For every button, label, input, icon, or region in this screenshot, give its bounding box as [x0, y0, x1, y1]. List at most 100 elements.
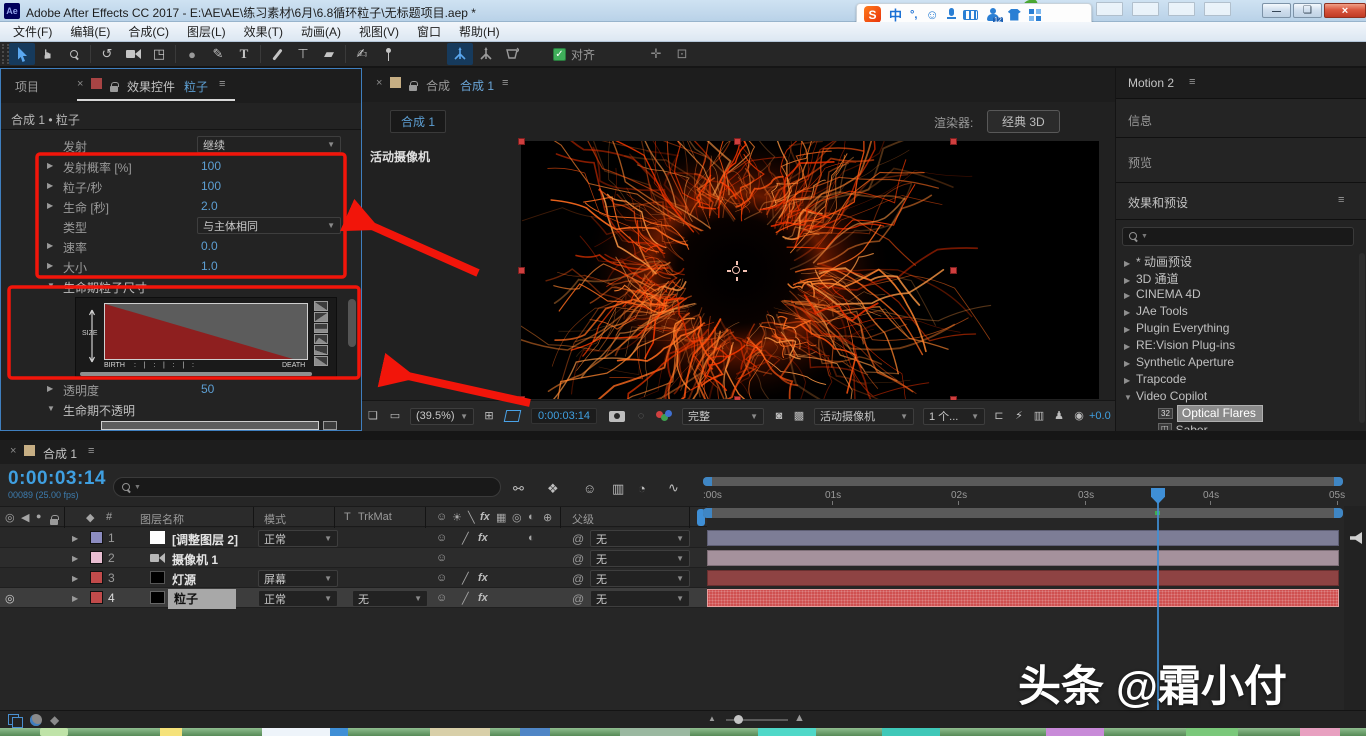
- tab-effect-controls[interactable]: 效果控件: [127, 78, 175, 95]
- puppet-pin-tool[interactable]: [375, 43, 401, 65]
- region-of-interest-icon[interactable]: ⊡: [669, 43, 695, 65]
- tab-close-icon[interactable]: ×: [77, 78, 83, 90]
- taskbar[interactable]: [0, 728, 1366, 736]
- tree-item-revision[interactable]: ▶RE:Vision Plug-ins: [1124, 338, 1235, 352]
- layer-row-3[interactable]: ▶ 3 灯源 屏幕▼ ☺ ╱ fx @ 无▼: [0, 568, 707, 588]
- layer-bar-3[interactable]: [707, 570, 1339, 586]
- menu-layer[interactable]: 图层(L): [178, 23, 235, 40]
- axis-view-tool[interactable]: [499, 43, 525, 65]
- size-over-life-graph[interactable]: SIZE BIRTH DEATH : | : | : | :: [75, 297, 337, 377]
- panel-menu-icon[interactable]: ≡: [1189, 76, 1195, 88]
- work-area-start-handle[interactable]: [703, 477, 712, 486]
- render-sphere-icon[interactable]: [30, 714, 42, 726]
- fx-toggle[interactable]: fx: [478, 532, 488, 544]
- navigator-start-handle[interactable]: [703, 508, 712, 518]
- show-last-snapshot-icon[interactable]: ◌: [631, 411, 651, 422]
- tab-close-icon[interactable]: ×: [376, 77, 382, 89]
- close-button[interactable]: ×: [1324, 3, 1366, 18]
- current-time-display[interactable]: 0:00:03:14: [531, 408, 597, 424]
- selection-handle[interactable]: [518, 138, 525, 145]
- flowchart-icon[interactable]: ♟: [1049, 411, 1069, 422]
- channel-icon[interactable]: [656, 410, 672, 422]
- selection-tool[interactable]: [9, 43, 35, 65]
- resolution-dropdown[interactable]: 完整▼: [682, 408, 764, 425]
- taskbar-item[interactable]: [1046, 728, 1104, 736]
- layer-anchor-icon[interactable]: [728, 262, 746, 280]
- taskbar-item[interactable]: [1186, 728, 1238, 736]
- snapshot-camera-icon[interactable]: [609, 411, 625, 422]
- taskbar-item[interactable]: [620, 728, 690, 736]
- skin-icon[interactable]: [1008, 9, 1021, 21]
- user-badge-icon[interactable]: 12: [986, 8, 1000, 22]
- panel-scrollbar[interactable]: [348, 299, 356, 347]
- panel-menu-icon[interactable]: ≡: [219, 78, 225, 90]
- expander-icon[interactable]: ▶: [47, 181, 59, 190]
- region-of-interest-icon[interactable]: ◙: [769, 411, 789, 422]
- roto-brush-tool[interactable]: ✍: [349, 43, 375, 65]
- quality-toggle[interactable]: ╱: [462, 572, 469, 585]
- keyboard-icon[interactable]: [963, 10, 978, 20]
- probability-value[interactable]: 100: [201, 159, 221, 173]
- menu-animation[interactable]: 动画(A): [292, 23, 350, 40]
- expander-icon[interactable]: ▶: [47, 201, 59, 210]
- expander-icon[interactable]: ▶: [47, 161, 59, 170]
- group-opacity-over-life[interactable]: ▼ 生命期不透明: [1, 399, 346, 419]
- fast-previews-icon[interactable]: ⚡: [1009, 411, 1029, 422]
- right-scrollbar[interactable]: [1359, 253, 1365, 423]
- work-area-bar[interactable]: [703, 477, 1343, 486]
- parent-pickwhip-icon[interactable]: @: [572, 532, 584, 546]
- tree-item-trapcode[interactable]: ▶Trapcode: [1124, 372, 1186, 386]
- info-panel-header[interactable]: 信息: [1116, 99, 1366, 138]
- opacity-value[interactable]: 50: [201, 382, 214, 396]
- layer-label-chip[interactable]: [90, 591, 103, 604]
- parent-dropdown[interactable]: 无▼: [590, 550, 690, 567]
- brush-size-icon[interactable]: ◆: [50, 714, 59, 726]
- fx-toggle[interactable]: fx: [478, 592, 488, 604]
- grid-guides-icon[interactable]: ⊞: [478, 411, 500, 422]
- view-layout-dropdown[interactable]: 1 个...▼: [923, 408, 985, 425]
- timeline-tab-name[interactable]: 合成 1: [43, 445, 77, 462]
- timeline-navigator-bar[interactable]: [703, 508, 1343, 518]
- taskbar-item[interactable]: [262, 728, 348, 736]
- minimize-button[interactable]: —: [1262, 3, 1291, 18]
- graph-editor-icon[interactable]: ∿: [668, 481, 679, 494]
- tab-motion2[interactable]: Motion 2: [1128, 76, 1174, 90]
- time-ruler[interactable]: :00s 01s 02s 03s 04s 05s: [697, 488, 1357, 506]
- parent-pickwhip-icon[interactable]: @: [572, 552, 584, 566]
- shape-tool[interactable]: ●: [179, 43, 205, 65]
- emoji-icon[interactable]: ☺: [925, 8, 938, 21]
- snap-checkbox[interactable]: ✓: [553, 48, 566, 61]
- ime-punct-toggle[interactable]: °,: [910, 9, 917, 21]
- fx-toggle[interactable]: fx: [478, 572, 488, 584]
- layer-name[interactable]: 灯源: [172, 571, 196, 588]
- tree-item-jae-tools[interactable]: ▶JAe Tools: [1124, 304, 1188, 318]
- particles-sec-value[interactable]: 100: [201, 179, 221, 193]
- draft3d-icon[interactable]: ❖: [547, 482, 559, 495]
- comp-viewport[interactable]: [521, 141, 1099, 399]
- taskbar-item[interactable]: [758, 728, 816, 736]
- tree-item-animation-presets[interactable]: ▶* 动画预设: [1124, 253, 1192, 270]
- preview-panel-header[interactable]: 预览: [1116, 138, 1366, 183]
- shy-toggle[interactable]: ☺: [436, 532, 447, 544]
- menu-window[interactable]: 窗口: [408, 23, 450, 40]
- name-column[interactable]: 图层名称: [140, 511, 184, 527]
- taskbar-start[interactable]: [40, 728, 68, 736]
- tree-item-synthetic-aperture[interactable]: ▶Synthetic Aperture: [1124, 355, 1234, 369]
- zoom-out-mountain-icon[interactable]: ▲: [708, 715, 716, 723]
- toolbox-icon[interactable]: [1029, 9, 1041, 21]
- mode-column[interactable]: 模式: [264, 511, 286, 527]
- group-size-over-life[interactable]: ▼ 生命期粒子尺寸: [1, 276, 346, 296]
- menu-help[interactable]: 帮助(H): [450, 23, 509, 40]
- toolbar-grip[interactable]: [2, 44, 9, 64]
- parent-dropdown[interactable]: 无▼: [590, 590, 690, 607]
- selection-handle[interactable]: [734, 138, 741, 145]
- exposure-reset-icon[interactable]: ◉: [1069, 411, 1089, 422]
- tab-project[interactable]: 项目: [15, 78, 39, 95]
- snap-label[interactable]: 对齐: [571, 46, 595, 63]
- hand-tool[interactable]: ☛: [35, 43, 61, 65]
- tree-item-video-copilot[interactable]: ▼Video Copilot: [1124, 389, 1207, 403]
- tree-item-3d-channel[interactable]: ▶3D 通道: [1124, 270, 1179, 287]
- layer-mode-dropdown[interactable]: 屏幕▼: [258, 570, 338, 587]
- layer-label-chip[interactable]: [90, 551, 103, 564]
- mic-icon[interactable]: [947, 8, 955, 21]
